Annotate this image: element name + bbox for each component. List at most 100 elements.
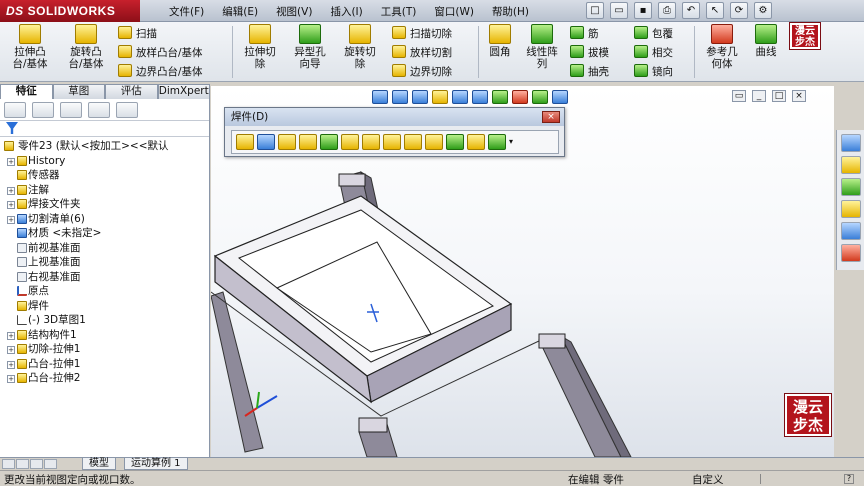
extrude-cut-button[interactable]: 拉伸切 除 — [238, 24, 282, 70]
tree-item-material[interactable]: 材质 <未指定> — [2, 226, 209, 241]
mirror-button[interactable]: 镜向 — [634, 64, 673, 79]
menu-help[interactable]: 帮助(H) — [483, 4, 538, 19]
print-icon[interactable]: ⎙ — [658, 2, 676, 19]
loft-button[interactable]: 放样凸台/基体 — [118, 45, 203, 60]
tree-item-cut-list[interactable]: + 切割清单(6) — [2, 212, 209, 227]
rebuild-icon[interactable]: ⟳ — [730, 2, 748, 19]
tree-item-front-plane[interactable]: 前视基准面 — [2, 241, 209, 256]
view-orientation-icon[interactable] — [452, 90, 468, 104]
next-tab-icon[interactable] — [30, 459, 43, 469]
tree-item-structural-member[interactable]: + 结构构件1 — [2, 328, 209, 343]
tree-item-history[interactable]: + History — [2, 154, 209, 169]
tree-item-weldment[interactable]: 焊件 — [2, 299, 209, 314]
3d-sketch-icon[interactable] — [236, 134, 254, 150]
draft-button[interactable]: 拔模 — [570, 45, 609, 60]
expand-icon[interactable]: + — [7, 157, 15, 166]
end-cap-icon[interactable] — [299, 134, 317, 150]
tab-dimxpert[interactable]: DimXpert — [157, 84, 210, 99]
status-units[interactable]: 自定义 — [692, 472, 724, 486]
expand-icon[interactable]: + — [7, 375, 15, 383]
weldment-cut-list-icon[interactable] — [362, 134, 380, 150]
tree-item-boss-extrude2[interactable]: + 凸台-拉伸2 — [2, 371, 209, 386]
trim-extend-icon[interactable] — [278, 134, 296, 150]
zoom-to-fit-icon[interactable] — [372, 90, 388, 104]
design-library-icon[interactable] — [840, 156, 861, 174]
help-icon[interactable]: ? — [844, 474, 854, 484]
reference-geometry-button[interactable]: 参考几 何体 — [700, 24, 744, 70]
previous-view-icon[interactable] — [412, 90, 428, 104]
view-settings-icon[interactable] — [552, 90, 568, 104]
toolbar-dropdown-icon[interactable]: ▾ — [509, 134, 519, 150]
configuration-manager-icon[interactable] — [60, 102, 82, 118]
tab-sketch[interactable]: 草图 — [52, 84, 105, 99]
tree-item-weld-folder[interactable]: + 焊接文件夹 — [2, 197, 209, 212]
boundary-cut-button[interactable]: 边界切除 — [392, 64, 452, 79]
prev-tab-icon[interactable] — [16, 459, 29, 469]
structural-member-icon[interactable] — [257, 134, 275, 150]
section-view-icon[interactable] — [432, 90, 448, 104]
swept-cut-button[interactable]: 扫描切除 — [392, 26, 452, 41]
weld-bead-icon[interactable] — [383, 134, 401, 150]
minimize-icon[interactable]: _ — [752, 90, 766, 102]
chamfer-weld-icon[interactable] — [467, 134, 485, 150]
wrap-button[interactable]: 包覆 — [634, 26, 673, 41]
gusset-icon[interactable] — [320, 134, 338, 150]
hide-show-items-icon[interactable] — [492, 90, 508, 104]
apply-scene-icon[interactable] — [532, 90, 548, 104]
first-tab-icon[interactable] — [2, 459, 15, 469]
file-explorer-icon[interactable] — [840, 178, 861, 196]
view-palette-icon[interactable] — [840, 200, 861, 218]
select-icon[interactable]: ↖ — [706, 2, 724, 19]
tab-model[interactable]: 模型 — [82, 458, 116, 470]
expand-icon[interactable]: + — [7, 360, 15, 369]
sweep-button[interactable]: 扫描 — [118, 26, 157, 41]
resources-icon[interactable] — [840, 134, 861, 152]
tree-item-3d-sketch[interactable]: (-) 3D草图1 — [2, 313, 209, 328]
new-document-icon[interactable]: □ — [586, 2, 604, 19]
featuremanager-tree-icon[interactable] — [4, 102, 26, 118]
menu-edit[interactable]: 编辑(E) — [213, 4, 267, 19]
dimxpert-manager-icon[interactable] — [88, 102, 110, 118]
tree-item-origin[interactable]: 原点 — [2, 284, 209, 299]
rib-button[interactable]: 筋 — [570, 26, 599, 41]
tree-item-cut-extrude[interactable]: + 切除-拉伸1 — [2, 342, 209, 357]
zoom-to-area-icon[interactable] — [392, 90, 408, 104]
extruded-boss-weld-icon[interactable] — [404, 134, 422, 150]
expand-icon[interactable]: + — [7, 186, 15, 195]
expand-icon[interactable]: + — [7, 346, 15, 354]
boundary-boss-button[interactable]: 边界凸台/基体 — [118, 64, 203, 79]
fillet-button[interactable]: 圆角 — [482, 24, 518, 58]
last-tab-icon[interactable] — [44, 459, 57, 469]
tab-motion-study[interactable]: 运动算例 1 — [124, 458, 188, 470]
close-icon[interactable]: × — [542, 111, 560, 123]
options-icon[interactable]: ⚙ — [754, 2, 772, 19]
display-style-icon[interactable] — [472, 90, 488, 104]
tree-filter[interactable] — [0, 121, 209, 137]
maximize-icon[interactable]: □ — [772, 90, 786, 102]
close-icon[interactable]: × — [792, 90, 806, 102]
tree-item-right-plane[interactable]: 右视基准面 — [2, 270, 209, 285]
lofted-cut-button[interactable]: 放样切割 — [392, 45, 452, 60]
open-folder-icon[interactable]: ▭ — [610, 2, 628, 19]
curves-button[interactable]: 曲线 — [748, 24, 784, 58]
tree-item-annotations[interactable]: + 注解 — [2, 183, 209, 198]
expand-icon[interactable]: + — [7, 215, 15, 224]
expand-icon[interactable]: + — [7, 331, 15, 340]
fillet-bead-icon[interactable] — [341, 134, 359, 150]
appearances-icon[interactable] — [840, 222, 861, 240]
extrude-boss-button[interactable]: 拉伸凸 台/基体 — [8, 24, 52, 70]
hole-wizard-button[interactable]: 异型孔 向导 — [288, 24, 332, 70]
edit-appearance-icon[interactable] — [512, 90, 528, 104]
menu-tools[interactable]: 工具(T) — [372, 4, 426, 19]
linear-pattern-button[interactable]: 线性阵 列 — [520, 24, 564, 70]
menu-view[interactable]: 视图(V) — [267, 4, 321, 19]
expand-icon[interactable]: + — [7, 201, 15, 209]
display-manager-icon[interactable] — [116, 102, 138, 118]
weldments-toolbar-title[interactable]: 焊件(D) — [225, 108, 564, 126]
tree-root-part[interactable]: 零件23 (默认<按加工><<默认 — [2, 139, 209, 154]
tab-evaluate[interactable]: 评估 — [105, 84, 158, 99]
tab-features[interactable]: 特征 — [0, 84, 53, 99]
tree-item-top-plane[interactable]: 上视基准面 — [2, 255, 209, 270]
hole-wizard-weld-icon[interactable] — [446, 134, 464, 150]
intersect-button[interactable]: 相交 — [634, 45, 673, 60]
